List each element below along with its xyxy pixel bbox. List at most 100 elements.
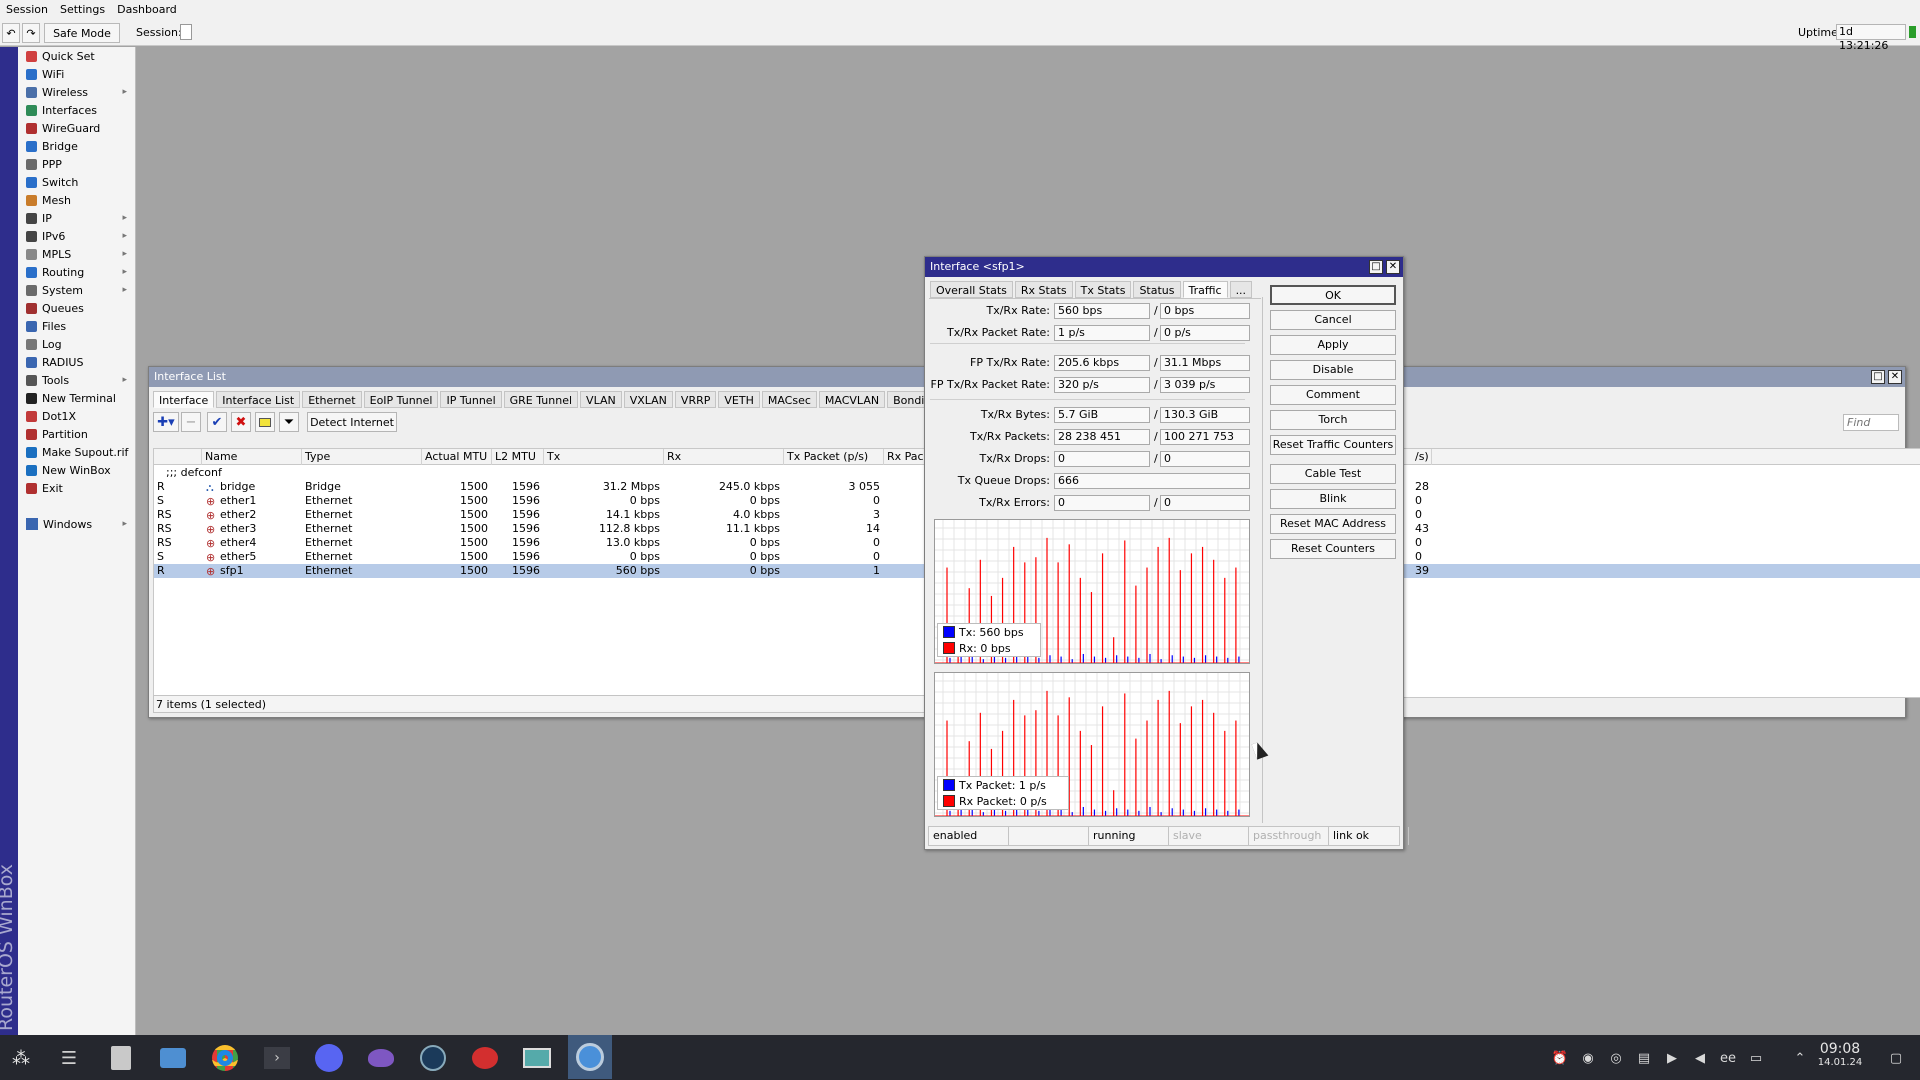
sidebar-item-new-winbox[interactable]: New WinBox	[18, 461, 135, 479]
steam-icon[interactable]	[416, 1041, 450, 1075]
tab-vrrp[interactable]: VRRP	[674, 391, 717, 408]
dialog-maximize-button[interactable]: □	[1369, 260, 1383, 274]
chrome-icon[interactable]	[208, 1041, 242, 1075]
winbox-red-icon[interactable]	[468, 1041, 502, 1075]
network-icon[interactable]: ▭	[1746, 1048, 1766, 1068]
monitor-icon[interactable]	[520, 1041, 554, 1075]
tab-vlan[interactable]: VLAN	[580, 391, 622, 408]
steam-tray-icon[interactable]: ◎	[1606, 1048, 1626, 1068]
sidebar-item-partition[interactable]: Partition	[18, 425, 135, 443]
sidebar-item-routing[interactable]: Routing ▸	[18, 263, 135, 281]
add-button[interactable]: ✚▾	[153, 412, 179, 432]
column-header[interactable]: Tx	[544, 449, 664, 465]
blink-button[interactable]: Blink	[1270, 489, 1396, 509]
cable-test-button[interactable]: Cable Test	[1270, 464, 1396, 484]
cancel-button[interactable]: Cancel	[1270, 310, 1396, 330]
notifications-icon[interactable]: ⏰	[1550, 1048, 1570, 1068]
dialog-titlebar[interactable]: Interface <sfp1>	[925, 257, 1403, 277]
comment-button[interactable]: Comment	[1270, 385, 1396, 405]
discord-tray-icon[interactable]: ◉	[1578, 1048, 1598, 1068]
winbox-active-icon[interactable]	[568, 1035, 612, 1079]
disable-button[interactable]: ✖	[231, 412, 251, 432]
sidebar-item-files[interactable]: Files	[18, 317, 135, 335]
files-icon[interactable]	[156, 1041, 190, 1075]
dialog-tab-overall-stats[interactable]: Overall Stats	[930, 281, 1013, 298]
close-button[interactable]: ✕	[1888, 370, 1902, 384]
column-header[interactable]: Actual MTU	[422, 449, 492, 465]
undo-button[interactable]: ↶	[2, 23, 20, 43]
dialog-tab-rx-stats[interactable]: Rx Stats	[1014, 281, 1073, 298]
sidebar-item-switch[interactable]: Switch	[18, 173, 135, 191]
discord-icon[interactable]	[312, 1041, 346, 1075]
menu-session[interactable]: Session	[0, 0, 54, 20]
column-header[interactable]: L2 MTU	[492, 449, 544, 465]
safe-mode-button[interactable]: Safe Mode	[44, 23, 120, 43]
torch-button[interactable]: Torch	[1270, 410, 1396, 430]
media-icon[interactable]: ▶	[1662, 1048, 1682, 1068]
dialog-tab-traffic[interactable]: Traffic	[1182, 281, 1228, 298]
show-desktop-icon[interactable]: ▢	[1886, 1048, 1906, 1068]
detect-internet-button[interactable]: Detect Internet	[307, 412, 397, 432]
apply-button[interactable]: Apply	[1270, 335, 1396, 355]
column-header[interactable]: /s)	[1412, 449, 1432, 465]
sidebar-item-windows[interactable]: Windows ▸	[18, 515, 135, 533]
sidebar-item-system[interactable]: System ▸	[18, 281, 135, 299]
sidebar-item-make-supout-rif[interactable]: Make Supout.rif	[18, 443, 135, 461]
dialog-tab-tx-stats[interactable]: Tx Stats	[1074, 281, 1132, 298]
column-header[interactable]	[154, 449, 202, 465]
menu-dashboard[interactable]: Dashboard	[111, 0, 183, 20]
file-manager-icon[interactable]	[104, 1041, 138, 1075]
enable-button[interactable]: ✔	[207, 412, 227, 432]
sidebar-item-mpls[interactable]: MPLS ▸	[18, 245, 135, 263]
keyboard-layout[interactable]: ee	[1716, 1048, 1740, 1068]
system-settings-icon[interactable]: ☰	[52, 1041, 86, 1075]
clock[interactable]: 09:08 14.01.24	[1810, 1041, 1870, 1068]
sidebar-item-ppp[interactable]: PPP	[18, 155, 135, 173]
dialog-tab-more[interactable]: ...	[1229, 281, 1253, 298]
ok-button[interactable]: OK	[1270, 285, 1396, 305]
tab-macsec[interactable]: MACsec	[761, 391, 817, 408]
reset-counters-button[interactable]: Reset Counters	[1270, 539, 1396, 559]
filter-button[interactable]: ⏷	[279, 412, 299, 432]
disable-button[interactable]: Disable	[1270, 360, 1396, 380]
column-header[interactable]: Name	[202, 449, 302, 465]
column-header[interactable]: Tx Packet (p/s)	[784, 449, 884, 465]
tab-macvlan[interactable]: MACVLAN	[818, 391, 886, 408]
menu-settings[interactable]: Settings	[54, 0, 111, 20]
volume-icon[interactable]: ◀	[1690, 1048, 1710, 1068]
sidebar-item-queues[interactable]: Queues	[18, 299, 135, 317]
app-launcher-icon[interactable]: ⁂	[4, 1041, 38, 1075]
redo-button[interactable]: ↷	[22, 23, 40, 43]
find-input[interactable]	[1843, 414, 1899, 431]
reset-mac-address-button[interactable]: Reset MAC Address	[1270, 514, 1396, 534]
reset-traffic-counters-button[interactable]: Reset Traffic Counters	[1270, 435, 1396, 455]
sidebar-item-mesh[interactable]: Mesh	[18, 191, 135, 209]
maximize-button[interactable]: □	[1871, 370, 1885, 384]
sidebar-item-radius[interactable]: RADIUS	[18, 353, 135, 371]
sidebar-item-bridge[interactable]: Bridge	[18, 137, 135, 155]
dialog-close-button[interactable]: ✕	[1386, 260, 1400, 274]
sidebar-item-wifi[interactable]: WiFi	[18, 65, 135, 83]
sidebar-item-new-terminal[interactable]: New Terminal	[18, 389, 135, 407]
sidebar-item-ip[interactable]: IP ▸	[18, 209, 135, 227]
session-field[interactable]	[180, 24, 192, 40]
sidebar-item-ipv6[interactable]: IPv6 ▸	[18, 227, 135, 245]
tab-ethernet[interactable]: Ethernet	[302, 391, 362, 408]
sidebar-item-tools[interactable]: Tools ▸	[18, 371, 135, 389]
clipboard-icon[interactable]: ▤	[1634, 1048, 1654, 1068]
sidebar-item-wireguard[interactable]: WireGuard	[18, 119, 135, 137]
tab-ip-tunnel[interactable]: IP Tunnel	[440, 391, 502, 408]
heroic-icon[interactable]	[364, 1041, 398, 1075]
comment-button[interactable]	[255, 412, 275, 432]
tab-veth[interactable]: VETH	[718, 391, 760, 408]
tab-gre-tunnel[interactable]: GRE Tunnel	[503, 391, 579, 408]
sidebar-item-wireless[interactable]: Wireless ▸	[18, 83, 135, 101]
sidebar-item-interfaces[interactable]: Interfaces	[18, 101, 135, 119]
tab-vxlan[interactable]: VXLAN	[623, 391, 673, 408]
terminal-icon[interactable]: ›	[260, 1041, 294, 1075]
sidebar-item-quick-set[interactable]: Quick Set	[18, 47, 135, 65]
dialog-tab-status[interactable]: Status	[1133, 281, 1181, 298]
tray-arrow-icon[interactable]: ⌃	[1790, 1048, 1810, 1068]
tab-eoip-tunnel[interactable]: EoIP Tunnel	[363, 391, 439, 408]
tab-interface-list[interactable]: Interface List	[216, 391, 301, 408]
